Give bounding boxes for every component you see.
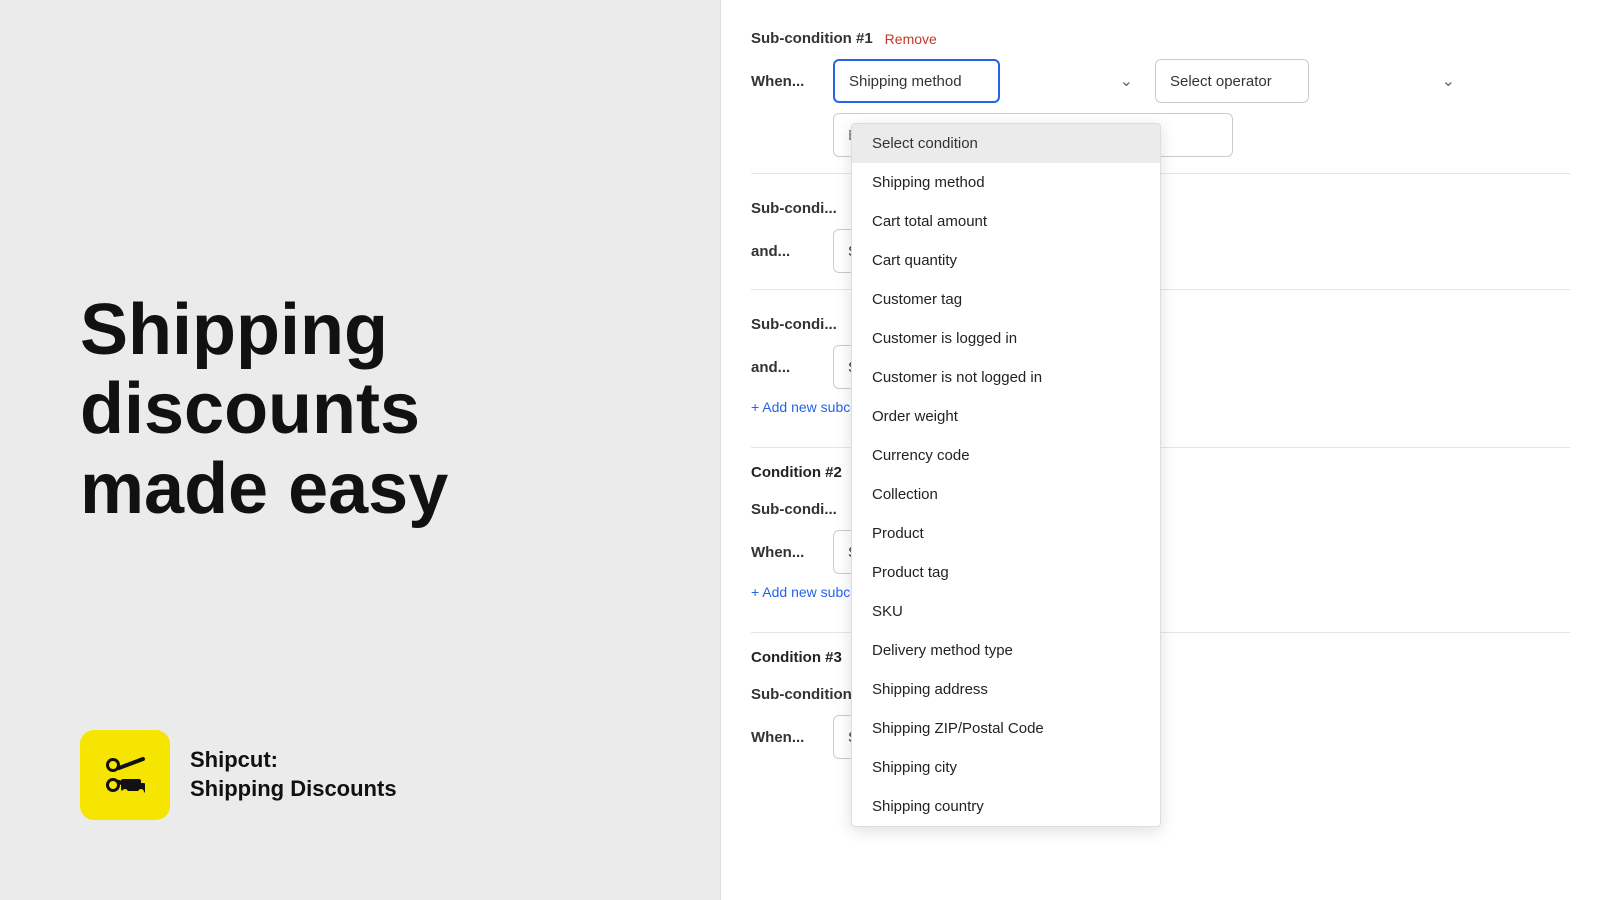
when-label-1: When...	[751, 73, 821, 90]
and-label-1: and...	[751, 243, 821, 260]
shipping-method-select-wrapper[interactable]: Shipping method ⌄	[833, 59, 1143, 103]
dropdown-item-9[interactable]: Collection	[852, 475, 1160, 514]
dropdown-item-1[interactable]: Shipping method	[852, 163, 1160, 202]
dropdown-item-11[interactable]: Product tag	[852, 553, 1160, 592]
brand-icon	[80, 730, 170, 820]
brand-text: Shipcut: Shipping Discounts	[190, 746, 397, 803]
dropdown-item-3[interactable]: Cart quantity	[852, 241, 1160, 280]
right-panel: Sub-condition #1 Remove When... Shipping…	[720, 0, 1600, 900]
dropdown-item-14[interactable]: Shipping address	[852, 670, 1160, 709]
when-row-1: When... Shipping method ⌄ Select operato…	[751, 59, 1570, 103]
brand-name-line2: Shipping Discounts	[190, 775, 397, 804]
chevron-down-icon-2: ⌄	[1442, 71, 1455, 91]
dropdown-item-12[interactable]: SKU	[852, 592, 1160, 631]
subcondition4-label: Sub-condi...	[751, 501, 837, 518]
dropdown-item-0[interactable]: Select condition	[852, 124, 1160, 163]
subcondition3-label: Sub-condi...	[751, 316, 837, 333]
dropdown-item-5[interactable]: Customer is logged in	[852, 319, 1160, 358]
brand-name-line1: Shipcut:	[190, 746, 397, 775]
select-operator-wrapper[interactable]: Select operator ⌄	[1155, 59, 1465, 103]
subcondition1-header: Sub-condition #1 Remove	[751, 20, 1570, 47]
when-label-2: When...	[751, 544, 821, 561]
remove-link[interactable]: Remove	[885, 31, 937, 47]
hero-line1: Shipping	[80, 290, 388, 370]
dropdown-item-7[interactable]: Order weight	[852, 397, 1160, 436]
dropdown-item-6[interactable]: Customer is not logged in	[852, 358, 1160, 397]
dropdown-item-16[interactable]: Shipping city	[852, 748, 1160, 787]
left-panel: Shipping discounts made easy Shipcut:	[0, 0, 720, 900]
shipping-method-select[interactable]: Shipping method	[833, 59, 1000, 103]
dropdown-item-15[interactable]: Shipping ZIP/Postal Code	[852, 709, 1160, 748]
condition-dropdown[interactable]: Select conditionShipping methodCart tota…	[851, 123, 1161, 827]
select-operator-select[interactable]: Select operator	[1155, 59, 1309, 103]
subcondition2-label: Sub-condi...	[751, 200, 837, 217]
dropdown-item-4[interactable]: Customer tag	[852, 280, 1160, 319]
subcondition1-label: Sub-condition #1	[751, 30, 873, 47]
chevron-down-icon: ⌄	[1120, 71, 1133, 91]
hero-title: Shipping discounts made easy	[80, 291, 640, 529]
dropdown-item-13[interactable]: Delivery method type	[852, 631, 1160, 670]
and-label-2: and...	[751, 359, 821, 376]
dropdown-item-10[interactable]: Product	[852, 514, 1160, 553]
hero-line3: made easy	[80, 449, 448, 529]
when-label-3: When...	[751, 729, 821, 746]
dropdown-item-17[interactable]: Shipping country	[852, 787, 1160, 826]
hero-line2: discounts	[80, 369, 420, 449]
right-content: Sub-condition #1 Remove When... Shipping…	[721, 0, 1600, 900]
brand-block: Shipcut: Shipping Discounts	[80, 730, 397, 820]
dropdown-item-8[interactable]: Currency code	[852, 436, 1160, 475]
dropdown-item-2[interactable]: Cart total amount	[852, 202, 1160, 241]
